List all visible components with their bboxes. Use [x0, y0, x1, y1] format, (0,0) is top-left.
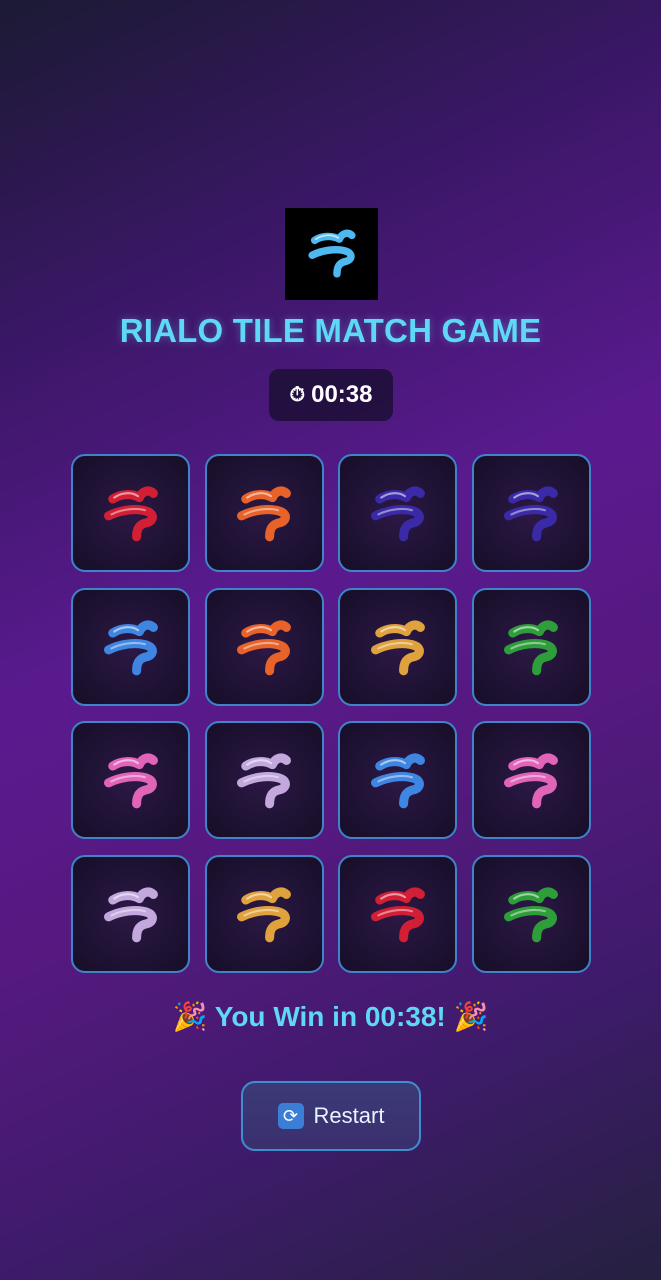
page-title: RIALO TILE MATCH GAME [119, 312, 542, 349]
tile-gold[interactable] [204, 854, 324, 973]
rialo-glyph-icon [504, 753, 558, 809]
tile-blue[interactable] [338, 721, 457, 839]
game-timer: ⏱ 00:38 [269, 369, 393, 421]
stopwatch-icon: ⏱ [289, 383, 306, 406]
rialo-glyph-icon [504, 620, 558, 675]
restart-button[interactable]: ⟳ Restart [241, 1081, 421, 1151]
refresh-icon: ⟳ [277, 1103, 304, 1129]
tile-green[interactable] [471, 854, 591, 973]
tile-red[interactable] [338, 854, 457, 973]
tile-pink[interactable] [71, 721, 190, 839]
tile-green[interactable] [471, 587, 591, 706]
tile-lavender[interactable] [71, 854, 190, 973]
tile-gold[interactable] [338, 587, 457, 706]
rialo-glyph-icon [504, 486, 558, 542]
rialo-glyph-icon [103, 887, 158, 942]
game-logo [285, 208, 378, 300]
rialo-glyph-icon [237, 753, 291, 809]
tile-indigo[interactable] [471, 454, 591, 572]
rialo-glyph-icon [237, 620, 291, 675]
timer-value: 00:38 [311, 381, 373, 408]
tile-lavender[interactable] [204, 721, 324, 839]
rialo-glyph-icon [504, 887, 558, 942]
rialo-glyph-icon [103, 753, 158, 809]
rialo-glyph-icon [307, 229, 356, 278]
tile-board [71, 454, 591, 973]
tile-blue[interactable] [71, 587, 190, 706]
rialo-glyph-icon [370, 753, 425, 809]
rialo-glyph-icon [370, 887, 425, 942]
tile-pink[interactable] [471, 721, 591, 839]
tile-indigo[interactable] [338, 454, 457, 572]
rialo-glyph-icon [103, 486, 158, 542]
rialo-glyph-icon [237, 486, 291, 542]
win-message: 🎉 You Win in 00:38! 🎉 [172, 1001, 489, 1032]
rialo-glyph-icon [370, 620, 425, 675]
restart-label: Restart [313, 1103, 385, 1128]
tile-red[interactable] [71, 454, 190, 572]
rialo-glyph-icon [370, 486, 425, 542]
rialo-glyph-icon [103, 620, 158, 675]
rialo-glyph-icon [237, 887, 291, 942]
tile-orange[interactable] [204, 454, 324, 572]
tile-orange[interactable] [204, 587, 324, 706]
